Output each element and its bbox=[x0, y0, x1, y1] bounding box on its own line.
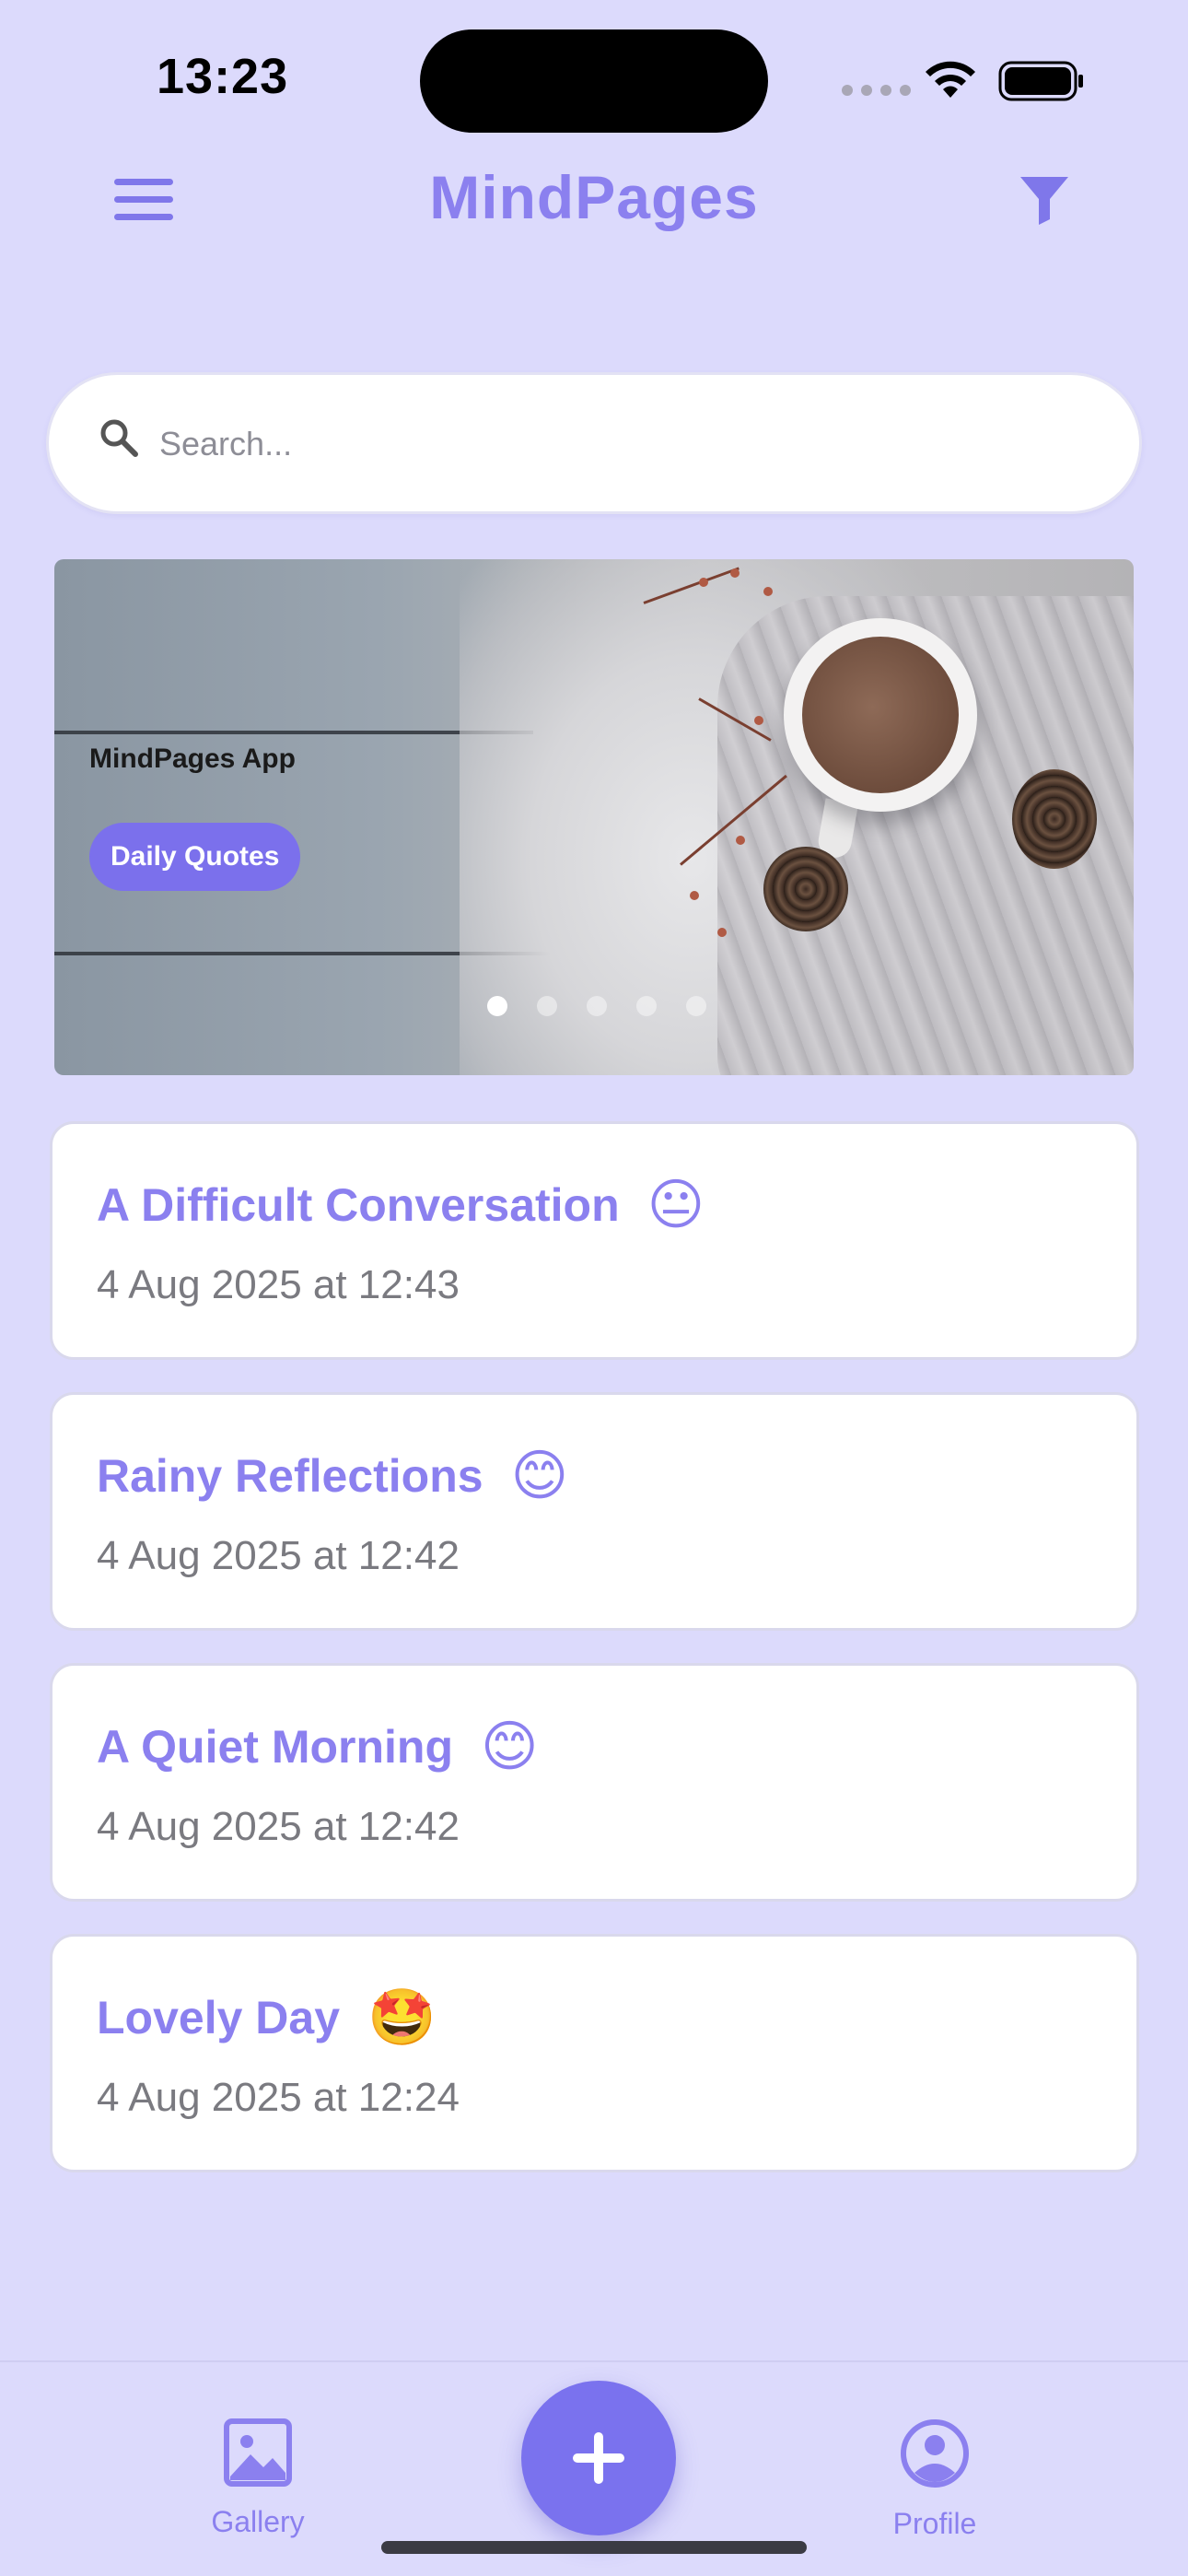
app-title: MindPages bbox=[429, 163, 759, 231]
add-entry-button[interactable] bbox=[521, 2381, 676, 2535]
search-icon bbox=[100, 419, 138, 457]
entry-title-row: A Difficult Conversation 😐 bbox=[97, 1177, 705, 1233]
pinecone-image bbox=[763, 847, 848, 931]
mood-emoji: 😐 bbox=[646, 1174, 705, 1235]
entry-title: A Quiet Morning bbox=[97, 1721, 453, 1773]
tab-profile-label: Profile bbox=[892, 2507, 977, 2540]
search-input[interactable] bbox=[159, 403, 1099, 486]
mood-emoji: 😊 bbox=[510, 1445, 569, 1506]
status-time: 13:23 bbox=[157, 49, 289, 104]
entry-date: 4 Aug 2025 at 12:24 bbox=[97, 2075, 460, 2120]
entry-title-row: Lovely Day 🤩 bbox=[97, 1990, 437, 2045]
cellular-signal-icon bbox=[842, 85, 911, 96]
filter-icon bbox=[1020, 177, 1068, 225]
dynamic-island bbox=[420, 29, 768, 133]
entry-title-row: Rainy Reflections 😊 bbox=[97, 1448, 568, 1504]
berry-image bbox=[754, 716, 763, 725]
mood-emoji: 😊 bbox=[481, 1715, 539, 1777]
entry-title: Rainy Reflections bbox=[97, 1450, 483, 1502]
screen: 13:23 MindPages Search... MindPages App … bbox=[0, 0, 1188, 2576]
berry-image bbox=[699, 578, 708, 587]
tab-profile[interactable]: Profile bbox=[875, 2418, 995, 2541]
wifi-icon bbox=[926, 61, 975, 98]
carousel-caption: MindPages App bbox=[89, 744, 296, 774]
carousel-pagination[interactable] bbox=[487, 996, 706, 1016]
berry-image bbox=[763, 587, 773, 596]
quote-carousel[interactable]: MindPages App Daily Quotes bbox=[54, 559, 1134, 1075]
entry-date: 4 Aug 2025 at 12:42 bbox=[97, 1533, 460, 1578]
carousel-dot-1[interactable] bbox=[487, 996, 507, 1016]
pinecone-image bbox=[1012, 769, 1097, 869]
entry-title: A Difficult Conversation bbox=[97, 1179, 620, 1231]
home-indicator bbox=[381, 2541, 807, 2554]
berry-image bbox=[730, 568, 740, 578]
mood-emoji: 🤩 bbox=[367, 1986, 437, 2048]
daily-quotes-button[interactable]: Daily Quotes bbox=[89, 823, 301, 891]
coffee-image bbox=[802, 637, 959, 793]
journal-entry-card[interactable]: A Difficult Conversation 😐 4 Aug 2025 at… bbox=[50, 1121, 1139, 1360]
journal-entry-card[interactable]: Rainy Reflections 😊 4 Aug 2025 at 12:42 bbox=[50, 1392, 1139, 1631]
plus-icon bbox=[573, 2432, 624, 2484]
profile-icon bbox=[901, 2419, 969, 2488]
berry-image bbox=[690, 891, 699, 900]
carousel-dot-3[interactable] bbox=[587, 996, 607, 1016]
tab-gallery[interactable]: Gallery bbox=[203, 2418, 313, 2539]
search-bar[interactable] bbox=[46, 372, 1142, 514]
entry-date: 4 Aug 2025 at 12:43 bbox=[97, 1262, 460, 1307]
battery-icon bbox=[998, 61, 1083, 101]
entry-title: Lovely Day bbox=[97, 1992, 341, 2043]
journal-entry-card[interactable]: Lovely Day 🤩 4 Aug 2025 at 12:24 bbox=[50, 1934, 1139, 2172]
entry-date: 4 Aug 2025 at 12:42 bbox=[97, 1804, 460, 1849]
filter-button[interactable] bbox=[1017, 171, 1072, 227]
tab-gallery-label: Gallery bbox=[211, 2505, 305, 2538]
berry-image bbox=[736, 836, 745, 845]
carousel-dot-5[interactable] bbox=[686, 996, 706, 1016]
journal-entry-card[interactable]: A Quiet Morning 😊 4 Aug 2025 at 12:42 bbox=[50, 1663, 1139, 1902]
entry-title-row: A Quiet Morning 😊 bbox=[97, 1719, 539, 1774]
berry-image bbox=[717, 928, 727, 937]
carousel-dot-2[interactable] bbox=[537, 996, 557, 1016]
gallery-icon bbox=[224, 2418, 292, 2487]
carousel-dot-4[interactable] bbox=[636, 996, 657, 1016]
